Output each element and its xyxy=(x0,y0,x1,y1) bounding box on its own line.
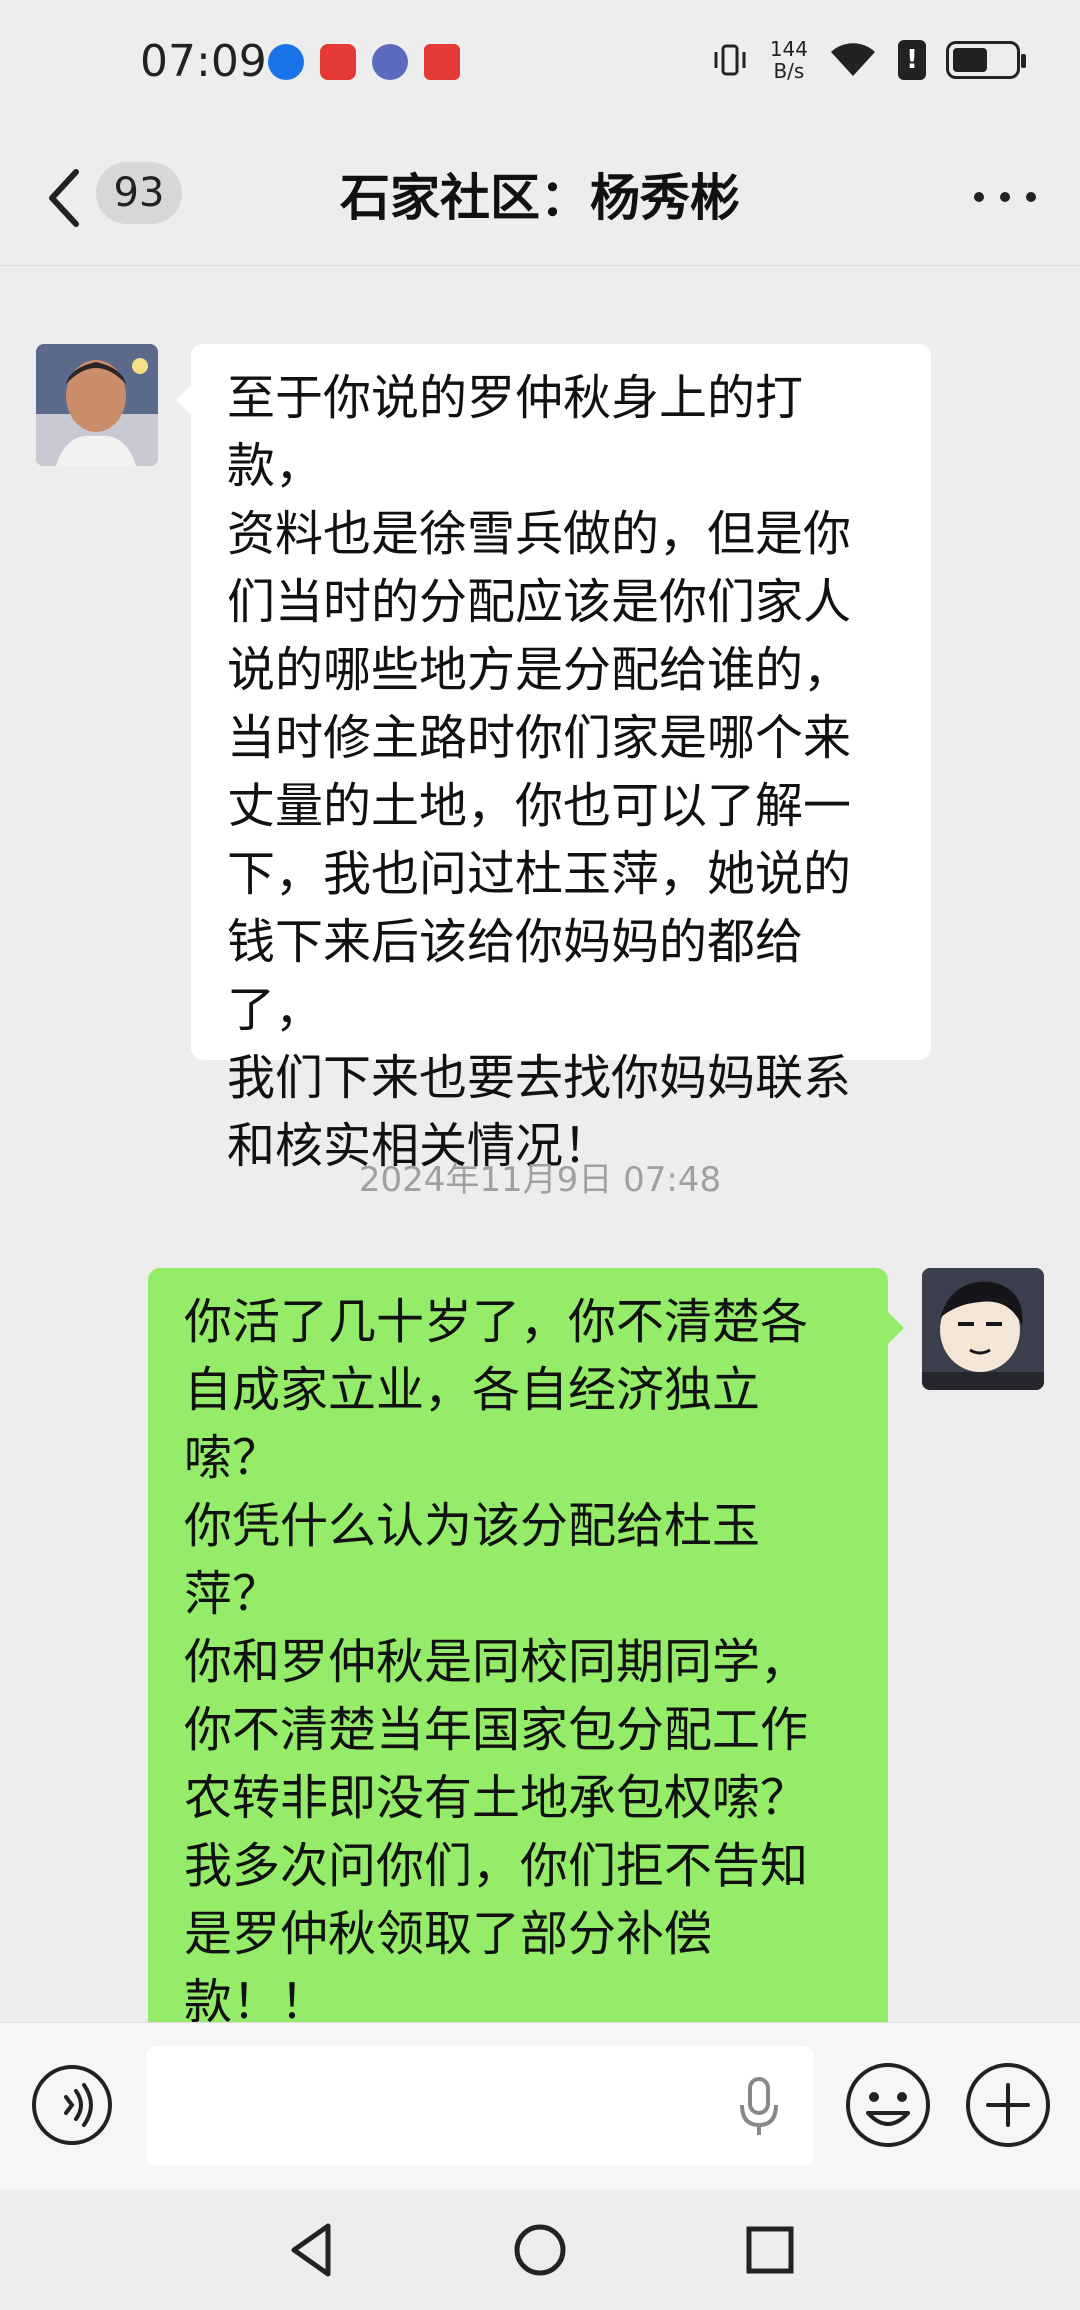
chat-header: 93 石家社区：杨秀彬 xyxy=(0,130,1080,266)
net-speed: 144 B/s xyxy=(770,38,808,82)
chat-title: 石家社区：杨秀彬 xyxy=(340,169,740,227)
status-time: 07:09 xyxy=(140,36,267,87)
net-speed-unit: B/s xyxy=(773,59,805,83)
voice-icon[interactable] xyxy=(30,2063,114,2147)
status-indicators: 144 B/s ! xyxy=(710,38,1026,82)
wifi-icon xyxy=(831,43,875,76)
mic-icon[interactable] xyxy=(734,2075,784,2139)
my-avatar[interactable] xyxy=(922,1268,1044,1390)
nav-back-icon[interactable] xyxy=(282,2218,342,2282)
music-icon xyxy=(372,44,408,80)
notification-icons xyxy=(268,44,460,80)
alert-icon: ! xyxy=(898,40,926,80)
nav-home-icon[interactable] xyxy=(512,2218,568,2282)
vibrate-icon xyxy=(714,44,746,76)
message-bubble-outgoing[interactable]: 你活了几十岁了，你不清楚各 自成家立业，各自经济独立 嗦？ 你凭什么认为该分配给… xyxy=(148,1268,888,2088)
message-input[interactable] xyxy=(146,2046,814,2166)
system-nav-bar xyxy=(0,2190,1080,2310)
input-bar xyxy=(0,2022,1080,2191)
status-bar: 07:09 144 B/s ! xyxy=(0,0,1080,130)
app-notification-icon xyxy=(320,44,356,80)
net-speed-value: 144 xyxy=(769,37,808,61)
emoji-icon[interactable] xyxy=(844,2061,932,2149)
app-notification-icon xyxy=(268,44,304,80)
message-timestamp: 2024年11月9日 07:48 xyxy=(358,1160,722,1200)
chat-screen: 07:09 144 B/s ! 93 石家社区：杨秀彬 至于你说的罗仲秋身上的打… xyxy=(0,0,1080,2310)
plus-icon[interactable] xyxy=(964,2061,1052,2149)
bubble-tail xyxy=(888,1312,904,1344)
battery-icon xyxy=(946,41,1026,79)
contact-avatar[interactable] xyxy=(36,344,158,466)
more-icon[interactable] xyxy=(970,170,1040,220)
video-app-icon xyxy=(424,44,460,80)
bubble-tail xyxy=(176,384,192,416)
nav-recent-icon[interactable] xyxy=(744,2222,796,2278)
message-bubble-incoming[interactable]: 至于你说的罗仲秋身上的打款， 资料也是徐雪兵做的，但是你 们当时的分配应该是你们… xyxy=(191,344,931,1174)
